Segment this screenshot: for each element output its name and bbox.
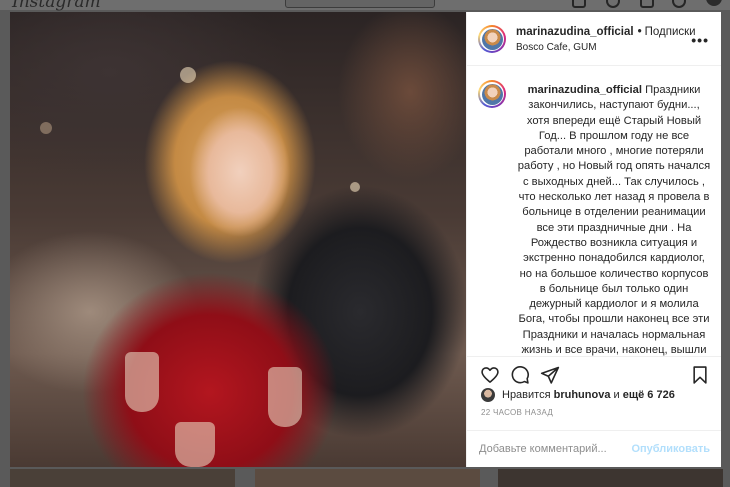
background-icon (640, 0, 654, 8)
post-header: marinazudina_official • Подписки Bosco Caf… (467, 12, 721, 66)
likes-and: и (613, 389, 620, 401)
follow-button[interactable]: Подписки (645, 26, 696, 38)
post-photo[interactable] (10, 12, 466, 467)
background-topbar: Instagram (0, 0, 730, 12)
publish-button[interactable]: Опубликовать (631, 443, 710, 455)
background-icon (572, 0, 586, 8)
liker-username[interactable]: bruhunova (554, 389, 611, 401)
background-icon (672, 0, 686, 8)
location-link[interactable]: Bosco Cafe, GUM (516, 42, 597, 53)
heart-icon[interactable] (479, 365, 501, 385)
background-thumbnail (498, 469, 723, 487)
caption-avatar[interactable] (478, 80, 506, 108)
comment-input[interactable] (479, 440, 629, 458)
photo-bokeh (350, 182, 360, 192)
caption-text: Праздники закончились, наступают будни..… (517, 84, 711, 356)
separator-dot: • (637, 26, 642, 38)
caption-text-block: marinazudina_official Праздники закончил… (516, 83, 712, 356)
comment-box: Опубликовать (467, 430, 721, 467)
share-icon[interactable] (539, 365, 561, 385)
background-thumbnail (10, 469, 235, 487)
bookmark-icon[interactable] (689, 365, 711, 385)
action-bar (467, 356, 721, 390)
caption-username[interactable]: marinazudina_official (528, 84, 642, 96)
background-logo: Instagram (12, 0, 101, 12)
avatar[interactable] (478, 25, 506, 53)
photo-glass (175, 422, 215, 467)
photo-glass (125, 352, 159, 412)
liker-avatar[interactable] (481, 388, 495, 402)
background-search (285, 0, 435, 8)
post-timestamp[interactable]: 22 ЧАСОВ НАЗАД (481, 408, 553, 417)
comment-icon[interactable] (509, 365, 531, 385)
likes-count[interactable]: ещё 6 726 (623, 389, 675, 401)
photo-bokeh (180, 67, 196, 83)
likes-prefix: Нравится (502, 389, 551, 401)
likes-line: Нравится bruhunova и ещё 6 726 (481, 386, 675, 404)
more-icon[interactable]: ••• (691, 32, 709, 48)
post-modal: marinazudina_official • Подписки Bosco Caf… (10, 12, 721, 467)
background-thumbnail (255, 469, 480, 487)
header-username[interactable]: marinazudina_official (516, 26, 634, 38)
caption-scroll-area[interactable]: marinazudina_official Праздники закончил… (467, 67, 721, 356)
background-icon (606, 0, 620, 8)
post-sidebar: marinazudina_official • Подписки Bosco Caf… (466, 12, 721, 467)
background-avatar (706, 0, 722, 6)
photo-glass (268, 367, 302, 427)
photo-bokeh (40, 122, 52, 134)
